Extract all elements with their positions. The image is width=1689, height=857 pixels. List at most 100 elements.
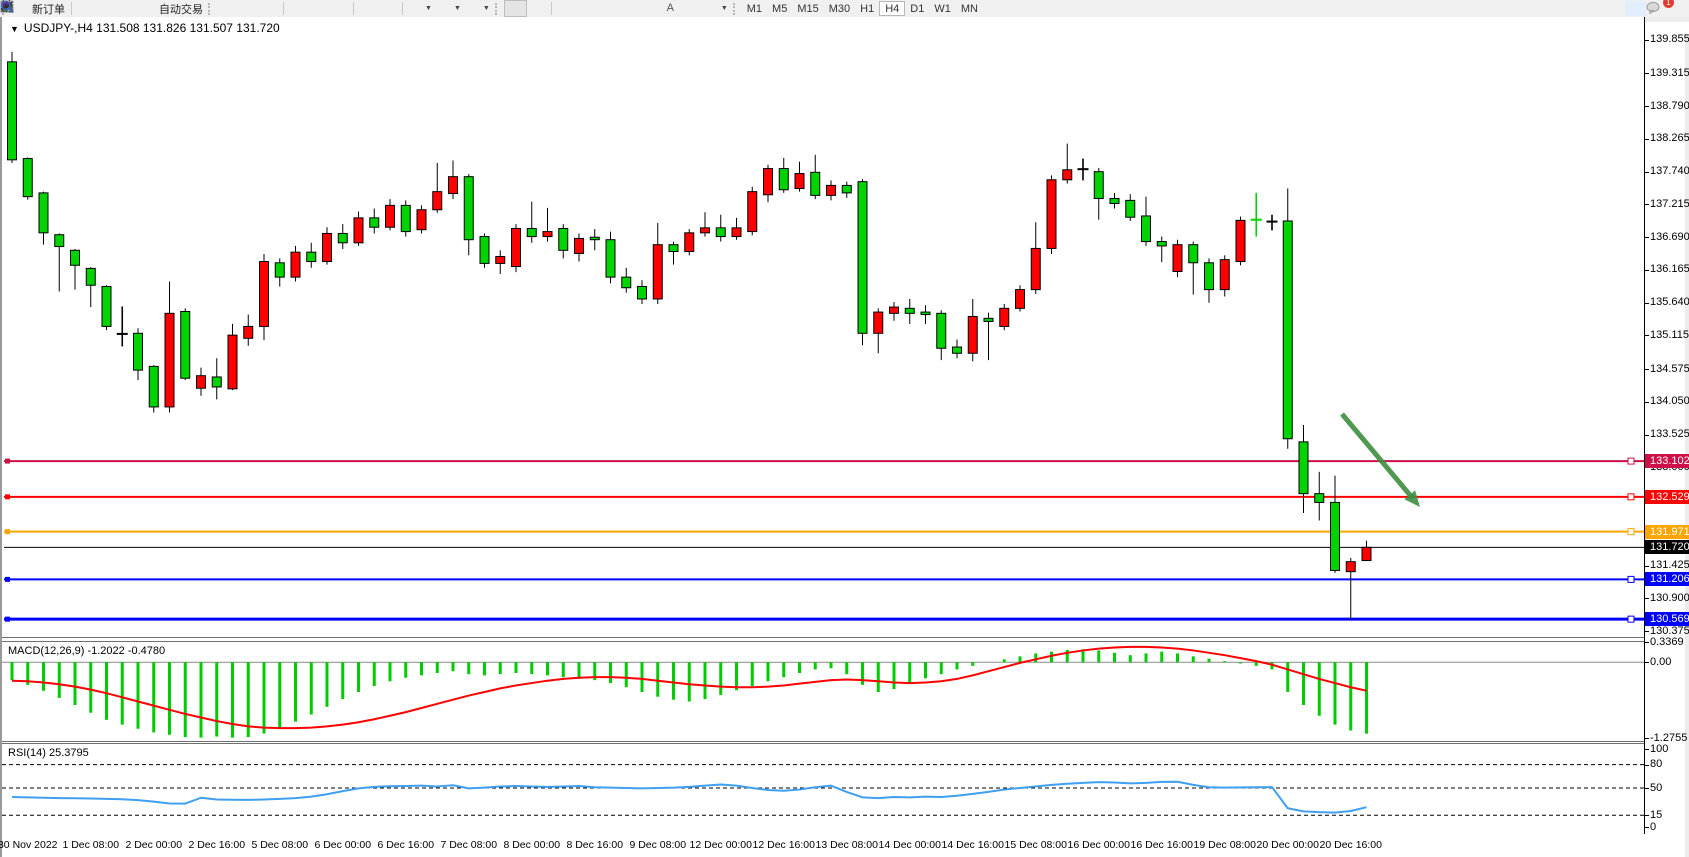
zoom-in-icon: [290, 2, 305, 15]
arrows-tool-button[interactable]: ▼: [702, 1, 731, 16]
text-tool-button[interactable]: A: [660, 1, 681, 16]
candle-body: [764, 169, 773, 195]
trend-arrow[interactable]: [1342, 414, 1412, 498]
price-tick-label: 135.640: [1650, 296, 1689, 308]
signals-button[interactable]: [117, 1, 138, 16]
crosshair-tool-button[interactable]: [527, 1, 548, 16]
axis-tick: [1644, 566, 1649, 567]
candle-body: [323, 233, 332, 261]
price-tick-label: 130.900: [1650, 592, 1689, 604]
tile-windows-button[interactable]: [329, 1, 350, 16]
candle-body: [732, 228, 741, 237]
bar-chart-mode-button[interactable]: [217, 1, 238, 16]
auto-scroll-button[interactable]: [378, 1, 399, 16]
candle-body: [449, 177, 458, 194]
trendline-tool-button[interactable]: [597, 1, 618, 16]
candle-body: [39, 193, 48, 233]
horizontal-line-tool-button[interactable]: [576, 1, 597, 16]
candle-body: [779, 169, 788, 190]
candle-body: [86, 268, 95, 285]
tab-timeframe-h4[interactable]: H4: [879, 1, 905, 16]
price-flag: 130.569: [1645, 612, 1689, 626]
candle-body: [1094, 172, 1103, 199]
price-chart-canvas: [2, 17, 1645, 638]
price-tick-label: 138.790: [1650, 100, 1689, 112]
axis-tick: [1644, 40, 1649, 41]
collapse-triangle-icon[interactable]: ▼: [10, 24, 19, 34]
search-button[interactable]: [1625, 1, 1646, 16]
tab-timeframe-m5[interactable]: M5: [767, 1, 792, 16]
candle-body: [1000, 308, 1009, 326]
candle-body: [827, 185, 836, 195]
price-tick-label: 136.165: [1650, 263, 1689, 275]
arrows-icon: [705, 2, 720, 15]
tab-timeframe-m30[interactable]: M30: [824, 1, 855, 16]
tab-timeframe-mn[interactable]: MN: [956, 1, 983, 16]
market-watch-button[interactable]: [96, 1, 117, 16]
candle-chart-mode-button[interactable]: [238, 1, 259, 16]
candle-body: [1031, 248, 1040, 289]
tab-timeframe-d1[interactable]: D1: [905, 1, 929, 16]
styles-button[interactable]: [75, 1, 96, 16]
time-axis[interactable]: 30 Nov 20221 Dec 08:002 Dec 00:002 Dec 1…: [2, 835, 1689, 857]
line-left-handle[interactable]: [5, 459, 10, 464]
axis-tick: [1644, 815, 1649, 816]
line-right-handle[interactable]: [1628, 616, 1634, 622]
chart-shift-button[interactable]: [357, 1, 378, 16]
line-left-handle[interactable]: [5, 617, 10, 622]
axis-tick: [1644, 172, 1649, 173]
zoom-in-button[interactable]: [287, 1, 308, 16]
candle-body: [433, 192, 442, 210]
new-chart-button[interactable]: ▼: [406, 1, 435, 16]
line-left-handle[interactable]: [5, 577, 10, 582]
candle-body: [905, 308, 914, 313]
price-tick-label: 137.740: [1650, 165, 1689, 177]
candle-body: [1315, 494, 1324, 503]
candle-body: [1110, 199, 1119, 204]
equidistant-channel-icon: E: [621, 2, 636, 15]
toolbar-grip[interactable]: [733, 3, 740, 15]
search-icon: [1628, 2, 1643, 15]
axis-tick: [1644, 749, 1649, 750]
line-right-handle[interactable]: [1628, 458, 1634, 464]
clock-icon: [438, 2, 453, 15]
chevron-down-icon: ▼: [721, 5, 728, 12]
new-order-button[interactable]: 新订单: [11, 1, 68, 16]
zoom-out-button[interactable]: [308, 1, 329, 16]
candle-body: [134, 333, 143, 370]
auto-trade-icon: [141, 2, 156, 15]
templates-button[interactable]: ▼: [464, 1, 493, 16]
line-left-handle[interactable]: [5, 494, 10, 499]
candle-body: [968, 316, 977, 353]
line-left-handle[interactable]: [5, 529, 10, 534]
vertical-line-icon: [558, 2, 573, 15]
tab-timeframe-h1[interactable]: H1: [855, 1, 879, 16]
candle-body: [842, 185, 851, 192]
line-right-handle[interactable]: [1628, 529, 1634, 535]
cursor-tool-button[interactable]: [504, 0, 527, 17]
toolbar-grip[interactable]: [208, 3, 215, 15]
axis-tick: [1644, 738, 1649, 739]
rsi-tick-label: 0: [1650, 821, 1656, 833]
text-label-tool-button[interactable]: T: [681, 1, 702, 16]
price-tick-label: 131.425: [1650, 559, 1689, 571]
fibonacci-tool-button[interactable]: F: [639, 1, 660, 16]
line-right-handle[interactable]: [1628, 494, 1634, 500]
vertical-line-tool-button[interactable]: [555, 1, 576, 16]
candle-body: [575, 238, 584, 253]
channel-tool-button[interactable]: E: [618, 1, 639, 16]
line-chart-mode-button[interactable]: [259, 1, 280, 16]
tab-timeframe-m15[interactable]: M15: [792, 1, 823, 16]
macd-label: MACD(12,26,9) -1.2022 -0.4780: [8, 645, 165, 657]
tab-timeframe-m1[interactable]: M1: [742, 1, 767, 16]
candle-body: [496, 257, 505, 264]
axis-tick: [1644, 73, 1649, 74]
auto-trade-button[interactable]: 自动交易: [138, 1, 206, 16]
periods-clock-button[interactable]: ▼: [435, 1, 464, 16]
line-right-handle[interactable]: [1628, 576, 1634, 582]
tab-timeframe-w1[interactable]: W1: [929, 1, 956, 16]
candle-body: [1189, 245, 1198, 263]
axis-tick: [1644, 827, 1649, 828]
toolbar-grip[interactable]: [495, 3, 502, 15]
notifications-button[interactable]: 1: [1646, 1, 1667, 16]
